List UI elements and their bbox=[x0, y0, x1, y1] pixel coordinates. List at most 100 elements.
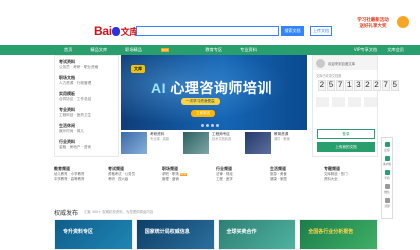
banner-cta-button[interactable]: 立即报名 bbox=[191, 110, 216, 117]
channel-link[interactable]: 考研 · 四六级 bbox=[108, 177, 160, 182]
banner-headline-text: 心理咨询师培训 bbox=[170, 80, 272, 96]
doc-count-digit: 1 bbox=[345, 80, 354, 91]
doc-count-digit: 5 bbox=[327, 80, 336, 91]
tool-back-to-top[interactable]: 顶部 bbox=[382, 196, 392, 210]
login-button[interactable]: 登录 bbox=[317, 129, 375, 139]
section-title: 权威发布 bbox=[54, 210, 79, 217]
doc-count-digit: 2 bbox=[363, 80, 372, 91]
authority-card[interactable]: 全球买卖合作 bbox=[217, 219, 297, 250]
carousel-dot[interactable] bbox=[211, 124, 214, 127]
quick-link-tile[interactable] bbox=[364, 97, 377, 107]
user-panel: 欢迎来到百度文库 文库已收录文档数 257132275 登录 上传我的文档 bbox=[312, 55, 399, 157]
category-item[interactable]: 实用模板 合同协议 · 工作总结 bbox=[59, 91, 114, 102]
authority-card[interactable]: 全国各行业分析报告 bbox=[299, 219, 378, 250]
doc-count-digit: 7 bbox=[336, 80, 345, 91]
doc-count-digit: 5 bbox=[390, 80, 399, 91]
nav-item-premium[interactable]: 精品文库 bbox=[90, 47, 107, 53]
quick-link-tile[interactable] bbox=[348, 97, 361, 107]
main-nav: 首页 精品文库 职场精品 HOT 教育专区 专业资料 VIP专享文档 文库会员 bbox=[0, 45, 420, 55]
category-item[interactable]: 专业资料 工程科技 · 医药卫生 bbox=[59, 107, 114, 118]
channel-column: 行业频道 法律 · 财经 工程 · 医学 bbox=[216, 166, 270, 200]
qr-code-icon bbox=[384, 184, 390, 189]
tool-client[interactable]: 客户端 bbox=[382, 154, 392, 168]
card-title: 国家统计局权威信息 bbox=[144, 229, 190, 235]
doc-count-digit: 2 bbox=[372, 80, 381, 91]
doc-count: 257132275 bbox=[318, 80, 399, 91]
promo-badge[interactable]: 学习社最新活动 送好礼享大奖 bbox=[343, 16, 409, 42]
category-sub: 金融 · 房地产 · 咨询 bbox=[59, 145, 92, 149]
card-title: 全球买卖合作 bbox=[226, 229, 257, 235]
tool-feedback[interactable]: 反馈 bbox=[382, 140, 392, 154]
channel-column: 生活频道 旅游 · 美食 健康 · 家居 bbox=[270, 166, 324, 200]
category-sub: 人力资源 · 行政管理 bbox=[59, 81, 92, 85]
channel-column: 考试频道 资格考试 · 公务员 考研 · 四六级 bbox=[108, 166, 162, 200]
avatar[interactable] bbox=[316, 58, 325, 68]
nav-item-professional[interactable]: 专业资料 bbox=[240, 47, 257, 53]
user-quick-links bbox=[316, 97, 377, 107]
doc-count-label: 文库已收录文档数 bbox=[316, 74, 342, 78]
upload-button[interactable]: 上传文档 bbox=[310, 26, 332, 36]
authority-card[interactable]: 专升资料专区 bbox=[54, 219, 133, 250]
channel-link[interactable]: 中学教育 · 高等教育 bbox=[54, 177, 106, 182]
banner-headline: AI 心理咨询师培训 bbox=[151, 78, 272, 98]
mobile-icon bbox=[384, 170, 390, 175]
carousel-dots bbox=[201, 124, 219, 127]
user-panel-header: 欢迎来到百度文库 bbox=[313, 56, 377, 70]
quick-link-tile[interactable] bbox=[332, 97, 345, 107]
mini-card[interactable]: 考研资料 专业课 · 真题 bbox=[121, 132, 183, 158]
logo-text: Bai bbox=[94, 24, 112, 38]
mini-card-sub: 专业课 · 真题 bbox=[150, 137, 169, 141]
category-item[interactable]: 行业资料 金融 · 房地产 · 咨询 bbox=[59, 139, 114, 150]
promo-line-2: 送好礼享大奖 bbox=[359, 24, 387, 29]
hot-badge: HOT bbox=[160, 48, 170, 52]
nav-item-vip-docs[interactable]: VIP专享文档 bbox=[354, 47, 377, 53]
tool-wechat[interactable]: 微信 bbox=[382, 182, 392, 196]
nav-item-membership[interactable]: 文库会员 bbox=[387, 47, 404, 53]
channel-column: 专题频道 文库精选 · 热门 资料大全 bbox=[324, 166, 378, 200]
channel-link[interactable]: 工程 · 医学 bbox=[216, 177, 268, 182]
carousel-dot[interactable] bbox=[216, 124, 219, 127]
nav-item-career-label: 职场精品 bbox=[125, 47, 142, 52]
card-title: 专升资料专区 bbox=[63, 229, 94, 235]
category-item[interactable]: 生活休闲 娱乐时尚 · 育儿 bbox=[59, 123, 114, 134]
category-sub: 工程科技 · 医药卫生 bbox=[59, 113, 92, 117]
tool-label: 客户端 bbox=[383, 163, 391, 166]
card-title: 全国各行业分析报告 bbox=[308, 229, 354, 235]
quick-link-tile[interactable] bbox=[316, 97, 329, 107]
tool-label: 微信 bbox=[384, 191, 390, 194]
category-item[interactable]: 职场文档 人力资源 · 行政管理 bbox=[59, 75, 114, 86]
baidu-wenku-logo[interactable]: Bai 文库 bbox=[94, 24, 138, 38]
mini-card-sub: 课件 · 教案 bbox=[274, 137, 290, 141]
upload-my-docs-button[interactable]: 上传我的文档 bbox=[317, 142, 375, 152]
channel-link-text: 求职 · 职场 bbox=[162, 172, 179, 176]
hero-banner[interactable]: 文库 AI 心理咨询师培训 一次学习终身受益 立即报名 bbox=[121, 55, 307, 130]
mini-card[interactable]: 教育资源 课件 · 教案 bbox=[245, 132, 307, 158]
channel-link[interactable]: 健康 · 家居 bbox=[270, 177, 322, 182]
banner-headline-ai: AI bbox=[151, 80, 166, 96]
channel-column: 教育频道 幼儿教育 · 小学教育 中学教育 · 高等教育 bbox=[54, 166, 108, 200]
mini-card[interactable]: 工程师专区 技术文档精选 bbox=[183, 132, 245, 158]
tool-label: 顶部 bbox=[384, 205, 390, 208]
download-icon bbox=[384, 156, 390, 161]
tool-mobile[interactable]: 手机 bbox=[382, 168, 392, 182]
category-sub: 合同协议 · 工作总结 bbox=[59, 97, 92, 101]
carousel-dot[interactable] bbox=[201, 124, 204, 127]
banner-tag: 文库 bbox=[131, 65, 145, 73]
section-subtitle: 汇聚 300+ 权威机构资料，为您提供精品内容 bbox=[84, 210, 154, 214]
doc-count-digit: 7 bbox=[381, 80, 390, 91]
carousel-dot[interactable] bbox=[206, 124, 209, 127]
authority-cards: 专升资料专区 国家统计局权威信息 全球买卖合作 全国各行业分析报告 bbox=[54, 219, 378, 250]
tool-sidebar: 反馈 客户端 手机 微信 顶部 bbox=[381, 137, 393, 219]
nav-item-career[interactable]: 职场精品 HOT bbox=[125, 47, 187, 53]
doc-count-digit: 2 bbox=[318, 80, 327, 91]
nav-item-home[interactable]: 首页 bbox=[64, 47, 72, 53]
category-item[interactable]: 考试资料 公务员 · 考研 · 职业资格 bbox=[59, 59, 114, 70]
nav-item-education[interactable]: 教育专区 bbox=[205, 47, 222, 53]
channel-link[interactable]: 资料大全 bbox=[324, 177, 376, 182]
search-input[interactable] bbox=[136, 26, 279, 36]
tool-label: 手机 bbox=[384, 177, 390, 180]
authority-card[interactable]: 国家统计局权威信息 bbox=[135, 219, 215, 250]
search-button[interactable]: 搜索文档 bbox=[281, 26, 304, 36]
page: Bai 文库 搜索文档 上传文档 学习社最新活动 送好礼享大奖 首页 精品文库 职… bbox=[0, 0, 420, 250]
channel-link[interactable]: 管理 · 营销 bbox=[162, 177, 214, 182]
